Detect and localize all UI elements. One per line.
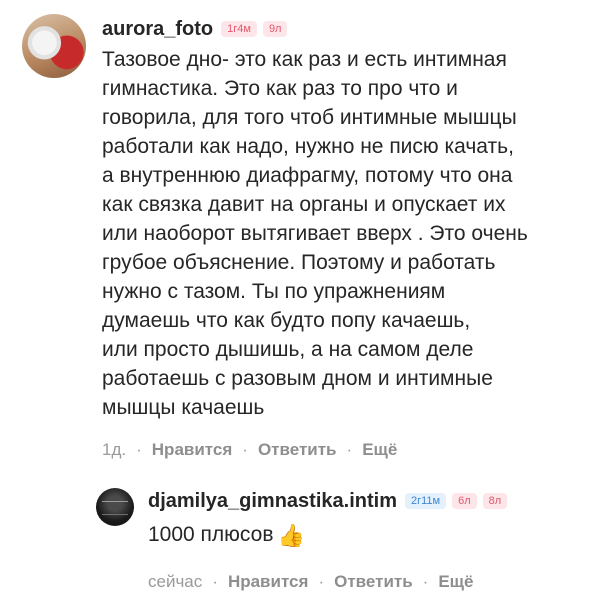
avatar[interactable] bbox=[96, 488, 134, 526]
comment-header: aurora_foto 1г4м 9л bbox=[102, 14, 582, 44]
username[interactable]: aurora_foto bbox=[102, 18, 213, 41]
comment: aurora_foto 1г4м 9л Тазовое дно- это как… bbox=[22, 14, 582, 460]
comment-header: djamilya_gimnastika.intim 2г11м 6л 8л bbox=[148, 486, 586, 516]
thumbs-up-icon: 👍 bbox=[277, 523, 305, 548]
reply-button[interactable]: Ответить bbox=[258, 440, 337, 460]
user-badge: 6л bbox=[452, 493, 477, 509]
separator: · bbox=[318, 572, 325, 591]
timestamp: 1д. bbox=[102, 440, 127, 459]
comment-actions: сейчас · Нравится · Ответить · Ещё bbox=[148, 572, 586, 592]
comment-actions: 1д. · Нравится · Ответить · Ещё bbox=[102, 440, 582, 460]
account-age-badge: 2г11м bbox=[404, 493, 447, 509]
reply-comment: djamilya_gimnastika.intim 2г11м 6л 8л 10… bbox=[96, 486, 586, 592]
comment-text: 1000 плюсов 👍 bbox=[148, 520, 586, 550]
reply-button[interactable]: Ответить bbox=[334, 572, 413, 592]
separator: · bbox=[422, 572, 429, 591]
comment-text: Тазовое дно- это как раз и есть интимная… bbox=[102, 48, 528, 419]
separator: · bbox=[212, 572, 218, 591]
more-button[interactable]: Ещё bbox=[438, 572, 473, 592]
user-badge: 8л bbox=[482, 493, 508, 509]
more-button[interactable]: Ещё bbox=[362, 440, 397, 460]
comment-text-content: 1000 плюсов bbox=[148, 523, 274, 546]
comment-body: djamilya_gimnastika.intim 2г11м 6л 8л 10… bbox=[148, 486, 586, 592]
separator: · bbox=[136, 440, 142, 459]
account-age-badge: 1г4м bbox=[221, 21, 257, 37]
like-button[interactable]: Нравится bbox=[228, 572, 309, 592]
user-badge: 9л bbox=[262, 21, 288, 37]
comment-body: aurora_foto 1г4м 9л Тазовое дно- это как… bbox=[102, 14, 582, 460]
separator: · bbox=[242, 440, 248, 459]
separator: · bbox=[346, 440, 353, 459]
like-button[interactable]: Нравится bbox=[152, 440, 233, 460]
avatar[interactable] bbox=[22, 14, 86, 78]
timestamp: сейчас bbox=[148, 572, 203, 591]
username[interactable]: djamilya_gimnastika.intim bbox=[148, 490, 397, 513]
